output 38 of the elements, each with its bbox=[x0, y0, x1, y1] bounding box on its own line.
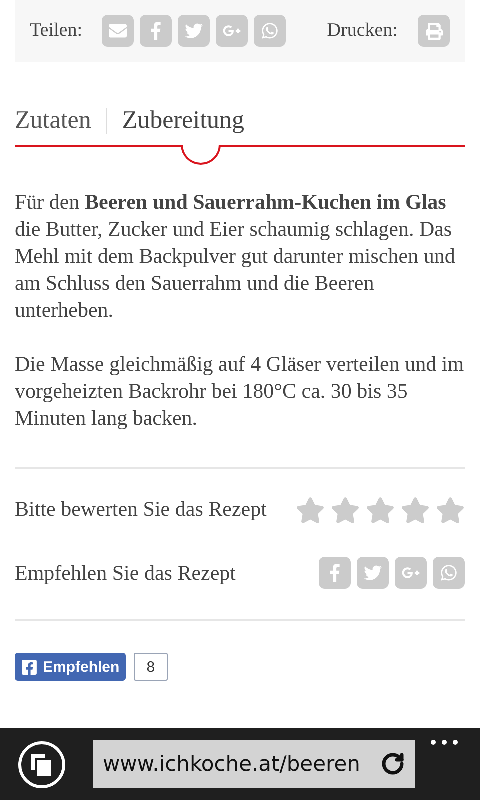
print-button[interactable] bbox=[418, 15, 450, 47]
printer-icon bbox=[426, 22, 442, 40]
mail-icon bbox=[109, 22, 128, 40]
star-icon[interactable] bbox=[296, 496, 325, 525]
star-icon[interactable] bbox=[436, 496, 465, 525]
like-count: 8 bbox=[134, 653, 168, 681]
google-plus-share-button[interactable] bbox=[216, 15, 248, 47]
twitter-icon bbox=[364, 564, 382, 582]
whatsapp-icon bbox=[261, 22, 280, 40]
whatsapp-icon bbox=[440, 564, 458, 582]
star-icon[interactable] bbox=[366, 496, 395, 525]
recommend-label: Empfehlen Sie das Rezept bbox=[15, 560, 238, 586]
tabs-icon[interactable] bbox=[17, 740, 67, 790]
address-bar[interactable]: www.ichkoche.at/beeren bbox=[93, 740, 415, 788]
whatsapp-share-button[interactable] bbox=[433, 557, 465, 589]
instruction-paragraph: Die Masse gleichmäßig auf 4 Gläser verteilen und im vorgeheizten Backrohr bei 180°C ca. 30 bis 35 Minuten lang backen. bbox=[15, 351, 465, 432]
whatsapp-share-button[interactable] bbox=[254, 15, 286, 47]
url-text: www.ichkoche.at/beeren bbox=[103, 752, 360, 776]
more-menu-icon[interactable] bbox=[431, 740, 458, 745]
twitter-icon bbox=[185, 22, 204, 40]
print-label: Drucken: bbox=[327, 20, 398, 42]
facebook-like-button[interactable]: Empfehlen bbox=[15, 653, 126, 681]
google-plus-share-button[interactable] bbox=[395, 557, 427, 589]
facebook-icon bbox=[21, 658, 38, 676]
star-icon[interactable] bbox=[401, 496, 430, 525]
instruction-paragraph: Für den Beeren und Sauerrahm-Kuchen im Glas die Butter, Zucker und Eier schaumig schlagen. Das Mehl mit dem Backpulver gut darunter mischen und am Schluss den Sauerrahm und die Beeren unterheben. bbox=[15, 189, 456, 324]
star-rating[interactable] bbox=[296, 496, 465, 525]
tab[interactable]: Zutaten bbox=[15, 107, 92, 135]
star-icon[interactable] bbox=[331, 496, 360, 525]
refresh-icon[interactable] bbox=[381, 752, 405, 776]
rating-prompt: Bitte bewerten Sie das Rezept bbox=[15, 496, 268, 523]
mail-share-button[interactable] bbox=[102, 15, 134, 47]
facebook-share-button[interactable] bbox=[319, 557, 351, 589]
tab[interactable]: Zubereitung bbox=[122, 107, 245, 135]
share-label: Teilen: bbox=[30, 20, 82, 42]
facebook-share-button[interactable] bbox=[140, 15, 172, 47]
twitter-share-button[interactable] bbox=[357, 557, 389, 589]
twitter-share-button[interactable] bbox=[178, 15, 210, 47]
